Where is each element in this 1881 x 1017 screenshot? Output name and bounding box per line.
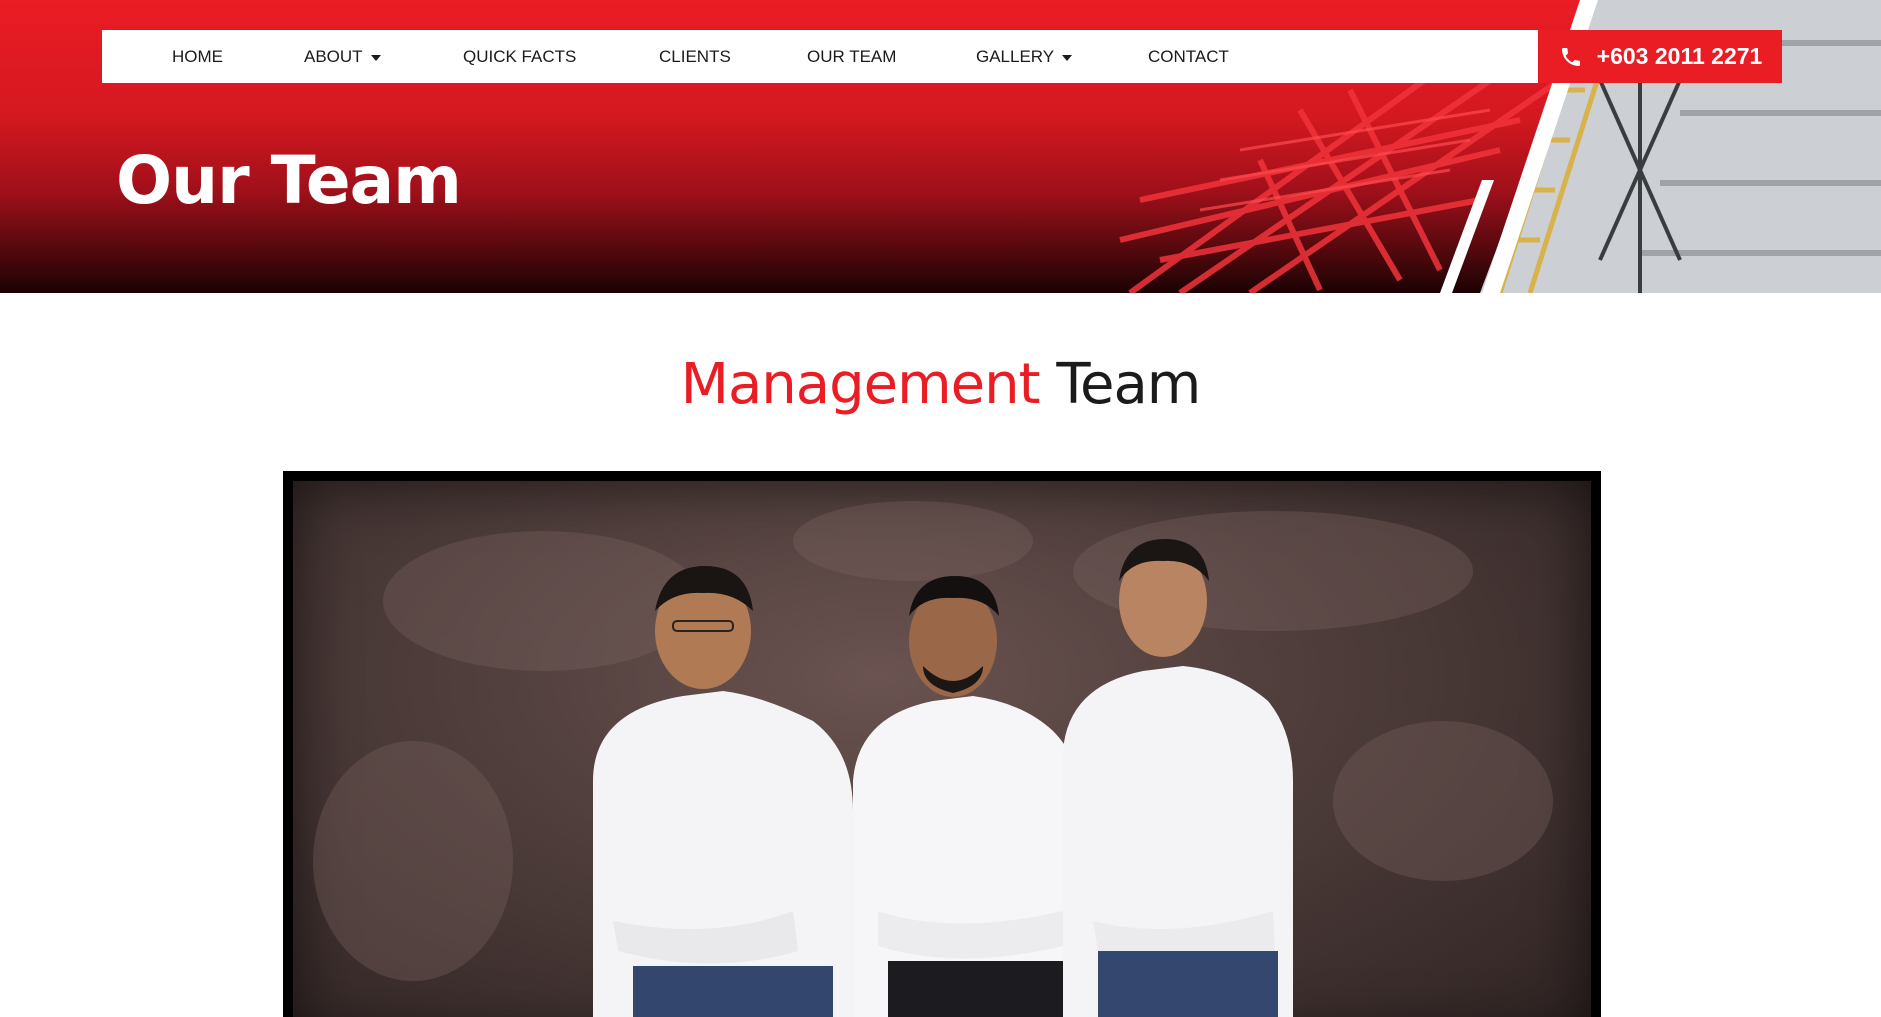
nav-gallery-link[interactable]: GALLERY: [976, 30, 1073, 83]
section-heading-accent: Management: [680, 352, 1041, 417]
nav-about-link[interactable]: ABOUT: [304, 30, 381, 83]
page-title: Our Team: [116, 142, 462, 219]
phone-call-button[interactable]: +603 2011 2271: [1539, 30, 1782, 83]
main-navigation: HOME ABOUT QUICK FACTS CLIENTS OUR TEAM …: [102, 30, 1538, 83]
nav-our-team-link[interactable]: OUR TEAM: [807, 30, 896, 83]
nav-contact-link[interactable]: CONTACT: [1148, 30, 1229, 83]
team-photo-frame: [283, 471, 1601, 1017]
dropdown-caret-icon: [1062, 54, 1073, 61]
team-photo-illustration: [313, 501, 1553, 1017]
nav-home-link[interactable]: HOME: [172, 30, 223, 83]
person-center: [853, 576, 1083, 1017]
section-heading-rest: Team: [1056, 352, 1201, 417]
section-heading: Management Team: [0, 352, 1881, 417]
dropdown-caret-icon: [370, 54, 381, 61]
team-photo: [293, 481, 1591, 1017]
nav-clients-link[interactable]: CLIENTS: [659, 30, 731, 83]
phone-icon: [1561, 47, 1580, 66]
phone-number-label: +603 2011 2271: [1596, 43, 1763, 69]
nav-quick-facts-link[interactable]: QUICK FACTS: [463, 30, 576, 83]
